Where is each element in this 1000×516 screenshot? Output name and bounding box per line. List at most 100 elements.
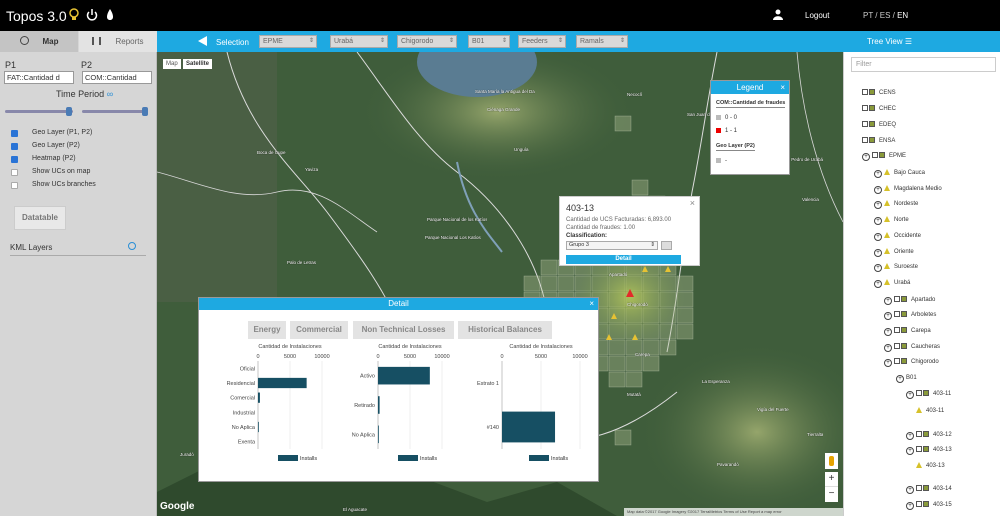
tree-node[interactable]: + Carepa — [884, 327, 931, 336]
tree-node[interactable]: + Urabá — [874, 279, 910, 288]
popup-close-icon[interactable]: × — [690, 198, 695, 208]
logout-link[interactable]: Logout — [805, 11, 829, 20]
bar[interactable] — [378, 396, 380, 414]
user-icon[interactable] — [773, 9, 783, 20]
tab-non-technical-losses[interactable]: Non Technical Losses — [353, 321, 454, 339]
time-slider-start[interactable] — [5, 107, 73, 116]
tree-node[interactable]: CHEC — [862, 105, 896, 112]
heat-cell[interactable] — [642, 355, 660, 372]
expand-toggle-icon[interactable]: + — [874, 233, 882, 241]
legend-close-icon[interactable]: × — [780, 81, 785, 94]
tree-node[interactable]: 403-11 — [916, 407, 944, 414]
heat-cell[interactable] — [608, 371, 626, 388]
map-type-satellite-button[interactable]: Satellite — [183, 59, 213, 69]
add-kml-icon[interactable] — [128, 242, 136, 250]
heat-cell[interactable] — [625, 355, 643, 372]
expand-toggle-icon[interactable]: + — [884, 297, 892, 305]
tree-node[interactable]: +403-14 — [906, 485, 952, 494]
tree-node[interactable]: CENS — [862, 89, 896, 96]
bar[interactable] — [502, 411, 556, 443]
tree-node[interactable]: + Apartado — [884, 296, 935, 305]
heat-cell[interactable] — [608, 355, 626, 372]
heat-cell[interactable] — [523, 275, 541, 292]
lang-en[interactable]: EN — [897, 11, 908, 20]
tree-node[interactable]: +403-15 — [906, 501, 952, 510]
tree-node[interactable]: + Arboletes — [884, 311, 936, 320]
tree-node[interactable]: EDEQ — [862, 121, 896, 128]
map-type-map-button[interactable]: Map — [163, 59, 181, 69]
layer-checkbox[interactable] — [11, 169, 18, 176]
zoom-in-button[interactable]: + — [825, 472, 838, 486]
heat-cell[interactable] — [557, 275, 575, 292]
heat-cell[interactable] — [625, 371, 643, 388]
power-icon[interactable] — [86, 8, 98, 22]
tree-node[interactable]: ENSA — [862, 137, 895, 144]
tree-node[interactable]: + Magdalena Medio — [874, 185, 942, 194]
selection-dropdown[interactable]: Ramals ⇕ — [576, 35, 628, 48]
selection-dropdown[interactable]: EPME ⇕ — [259, 35, 317, 48]
p1-select[interactable]: FAT::Cantidad d — [4, 71, 74, 84]
tab-reports[interactable]: Reports — [79, 31, 157, 52]
expand-toggle-icon[interactable]: + — [906, 432, 914, 440]
tree-node[interactable]: + Suroeste — [874, 263, 918, 272]
expand-toggle-icon[interactable]: + — [906, 486, 914, 494]
expand-toggle-icon[interactable]: + — [874, 264, 882, 272]
expand-toggle-icon[interactable]: + — [874, 280, 882, 288]
expand-toggle-icon[interactable]: + — [874, 201, 882, 209]
tree-node[interactable]: + Nordeste — [874, 200, 918, 209]
tab-commercial[interactable]: Commercial — [290, 321, 348, 339]
layer-checkbox[interactable] — [11, 182, 18, 189]
expand-toggle-icon[interactable]: + — [874, 217, 882, 225]
tab-historical-balances[interactable]: Historical Balances — [458, 321, 552, 339]
heat-cell[interactable] — [631, 179, 649, 196]
selection-dropdown[interactable]: B01 ⇕ — [468, 35, 510, 48]
p2-select[interactable]: COM::Cantidad — [82, 71, 152, 84]
expand-toggle-icon[interactable]: + — [884, 312, 892, 320]
tree-node[interactable]: + Chigorodo — [884, 358, 939, 367]
tree-node[interactable]: +403-13 — [906, 446, 952, 455]
expand-toggle-icon[interactable]: + — [906, 447, 914, 455]
time-slider-end[interactable] — [82, 107, 148, 116]
lang-pt[interactable]: PT — [863, 11, 873, 20]
link-icon[interactable]: ∞ — [107, 89, 113, 99]
tree-node[interactable]: + Bajo Cauca — [874, 169, 925, 178]
selection-dropdown[interactable]: Chigorodo ⇕ — [397, 35, 457, 48]
popup-detail-button[interactable]: Detail — [566, 255, 681, 264]
bar[interactable] — [378, 425, 379, 444]
tree-node[interactable]: + B01 — [896, 375, 917, 383]
tree-node[interactable]: +403-11 — [906, 390, 951, 399]
selection-dropdown[interactable]: Urabá ⇕ — [330, 35, 388, 48]
bar[interactable] — [258, 421, 259, 433]
expand-toggle-icon[interactable]: + — [874, 249, 882, 257]
heat-cell[interactable] — [614, 429, 632, 446]
tree-node[interactable]: +403-12 — [906, 431, 952, 440]
lightbulb-icon[interactable] — [68, 8, 80, 22]
heat-cell[interactable] — [540, 259, 558, 276]
classification-select[interactable]: Grupo 3 ⇕ — [566, 241, 658, 250]
map-attribution[interactable]: Map data ©2017 Google Imagery ©2017 Terr… — [624, 508, 843, 516]
heat-cell[interactable] — [614, 115, 632, 132]
street-view-pegman-icon[interactable] — [825, 453, 838, 469]
tab-energy[interactable]: Energy — [248, 321, 286, 339]
bar[interactable] — [378, 366, 430, 385]
tree-node[interactable]: 403-13 — [916, 462, 945, 469]
slider-handle[interactable] — [142, 107, 148, 116]
expand-toggle-icon[interactable]: + — [906, 391, 914, 399]
tree-node[interactable]: + Norte — [874, 216, 909, 225]
layer-checkbox[interactable] — [11, 143, 18, 150]
tree-view-toggle[interactable]: Tree View ☰ — [867, 37, 912, 46]
heat-cell[interactable] — [676, 323, 694, 340]
datatable-button[interactable]: Datatable — [14, 206, 66, 230]
layer-checkbox[interactable] — [11, 130, 18, 137]
expand-toggle-icon[interactable]: + — [884, 359, 892, 367]
water-drop-icon[interactable] — [104, 8, 116, 22]
heat-cell[interactable] — [659, 339, 677, 356]
classification-save-button[interactable] — [661, 241, 672, 250]
tab-map[interactable]: Map — [0, 31, 78, 52]
bar[interactable] — [258, 377, 307, 389]
tree-node[interactable]: + Caucheras — [884, 343, 940, 352]
expand-toggle-icon[interactable]: + — [874, 170, 882, 178]
heat-cell[interactable] — [540, 275, 558, 292]
tree-node[interactable]: + Occidente — [874, 232, 921, 241]
expand-toggle-icon[interactable]: + — [874, 186, 882, 194]
